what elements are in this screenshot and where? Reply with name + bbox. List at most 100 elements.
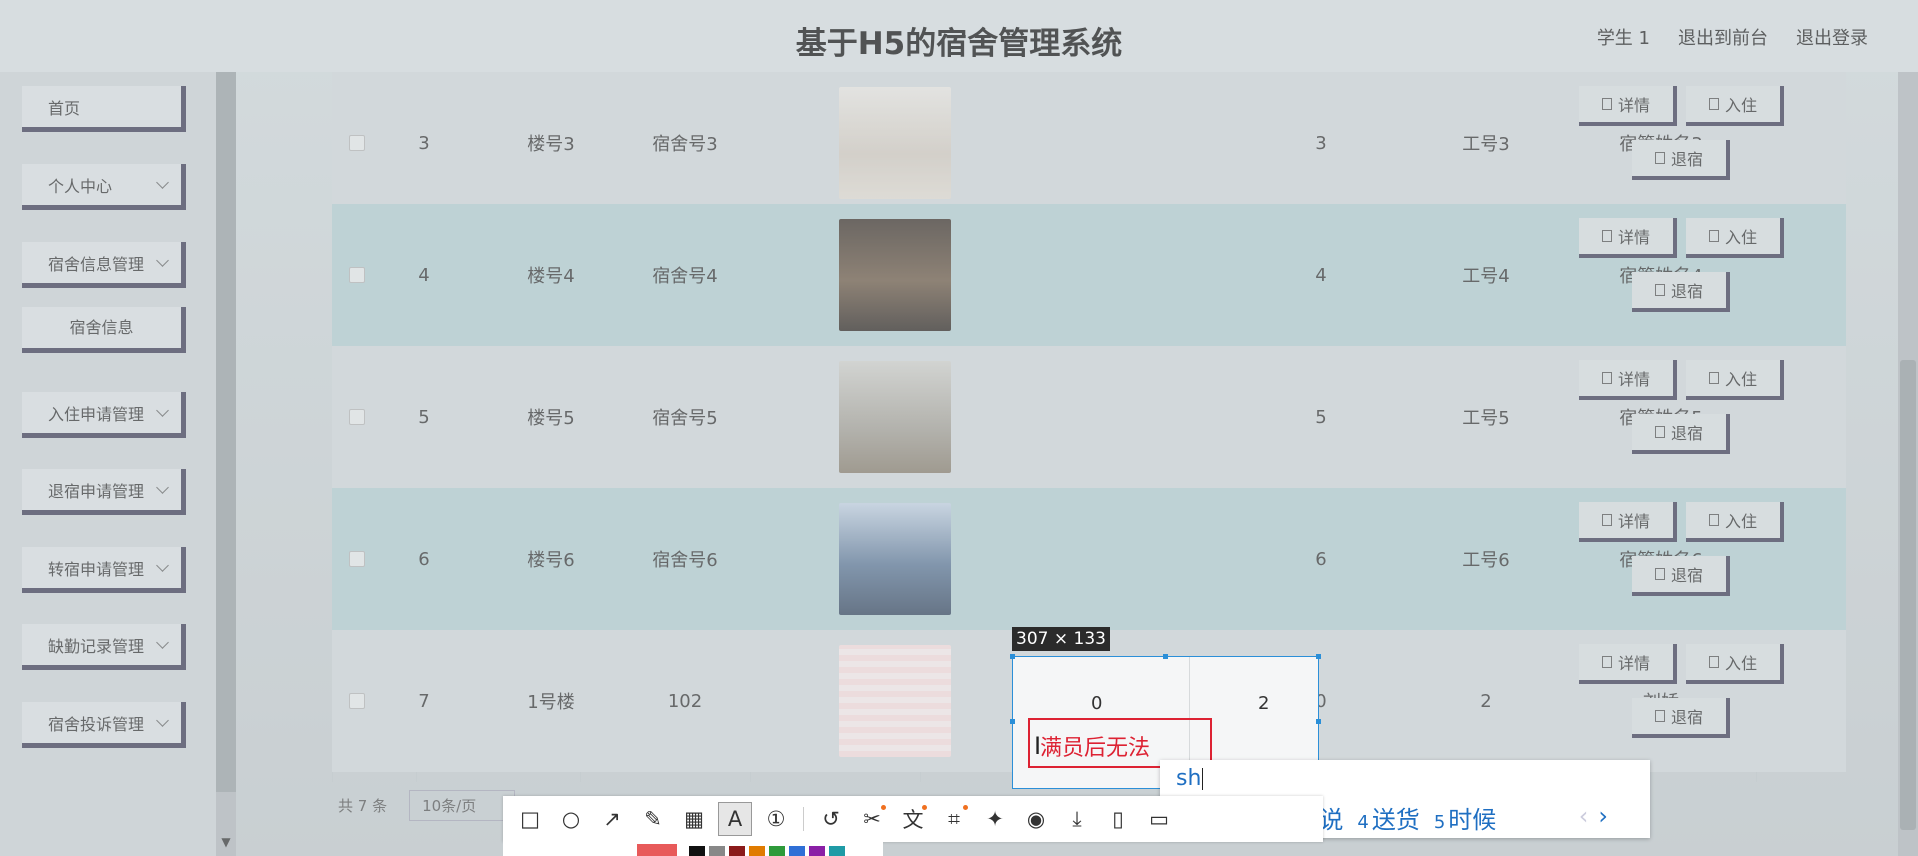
resize-handle-r[interactable] [1316,719,1321,724]
color-swatch[interactable] [709,846,725,856]
cell-room: 宿舍号4 [652,266,718,287]
sidebar-item-6[interactable]: 转宿申请管理 [22,547,186,593]
sidebar-item-2[interactable]: 宿舍信息管理 [22,242,186,288]
document-icon [1708,656,1719,668]
cell-id: 5 [418,406,430,428]
sidebar-item-5[interactable]: 退宿申请管理 [22,469,186,515]
cell-beds: 4 [1315,264,1327,286]
detail-button[interactable]: 详情 [1579,86,1677,126]
document-icon [1708,230,1719,242]
checkin-button[interactable]: 入住 [1686,86,1784,126]
checkin-button-label: 入住 [1724,228,1757,247]
sidebar-item-label: 缺勤记录管理 [48,636,145,656]
ime-caret [1202,768,1204,790]
mobile-icon[interactable]: ▯ [1101,802,1135,836]
row-checkbox[interactable] [349,551,365,567]
sidebar-item-label: 个人中心 [48,176,113,196]
detail-button[interactable]: 详情 [1579,502,1677,542]
arrow-icon[interactable]: ↗ [595,802,629,836]
cell-staff-no: 工号6 [1462,550,1510,571]
sidebar-item-4[interactable]: 入住申请管理 [22,392,186,438]
checkout-button[interactable]: 退宿 [1632,272,1730,312]
checkin-button[interactable]: 入住 [1686,644,1784,684]
undo-icon[interactable]: ↺ [814,802,848,836]
checkin-button[interactable]: 入住 [1686,360,1784,400]
row-checkbox[interactable] [349,409,365,425]
sidebar-item-7[interactable]: 缺勤记录管理 [22,624,186,670]
scissors-icon[interactable]: ✂ [855,802,889,836]
logout-link[interactable]: 退出登录 [1796,24,1868,50]
color-palette [503,842,883,856]
sidebar-item-0[interactable]: 首页 [22,86,186,132]
document-icon [1654,284,1665,296]
sidebar-scroll-thumb[interactable] [216,72,236,792]
row-checkbox-cell [332,488,382,630]
chevron-down-icon [156,176,169,189]
top-nav: 学生 1 退出到前台 退出登录 [1597,24,1868,50]
ime-prev-icon[interactable]: ‹ [1579,802,1589,830]
checkout-button[interactable]: 退宿 [1632,414,1730,454]
detail-button-label: 详情 [1617,96,1650,115]
row-checkbox[interactable] [349,267,365,283]
table-row: 4楼号4宿舍号44工号4宿管姓名4详情入住退宿 [332,204,1846,346]
checkout-button[interactable]: 退宿 [1632,556,1730,596]
resize-handle-t[interactable] [1163,654,1168,659]
document-icon [1654,710,1665,722]
checkout-button-label: 退宿 [1670,150,1703,169]
row-checkbox-cell [332,72,382,214]
cell-image [810,488,980,630]
chat-icon[interactable]: ▭ [1142,802,1176,836]
ellipse-icon[interactable]: ○ [554,802,588,836]
rectangle-icon[interactable]: □ [513,802,547,836]
ime-candidate[interactable]: 4 送货 [1357,800,1419,835]
sidebar-item-label: 退宿申请管理 [48,481,145,501]
row-checkbox-cell [332,630,382,772]
color-swatch[interactable] [829,846,845,856]
sidebar-item-3[interactable]: 宿舍信息 [22,307,186,353]
row-checkbox[interactable] [349,135,365,151]
row-checkbox-cell [332,204,382,346]
checkin-button[interactable]: 入住 [1686,218,1784,258]
user-name-link[interactable]: 学生 1 [1597,24,1650,50]
chevron-down-icon [156,559,169,572]
checkin-button[interactable]: 入住 [1686,502,1784,542]
page-scroll-thumb[interactable] [1900,360,1916,830]
color-swatch[interactable] [729,846,745,856]
resize-handle-tr[interactable] [1316,654,1321,659]
number-icon[interactable]: ① [759,802,793,836]
sidebar-item-8[interactable]: 宿舍投诉管理 [22,702,186,748]
resize-handle-tl[interactable] [1010,654,1015,659]
color-swatch[interactable] [769,846,785,856]
sidebar-item-label: 入住申请管理 [48,404,145,424]
ime-candidate[interactable]: 5 时候 [1434,800,1496,835]
pin-icon[interactable]: ✦ [978,802,1012,836]
detail-button[interactable]: 详情 [1579,360,1677,400]
detail-button[interactable]: 详情 [1579,218,1677,258]
text-icon[interactable]: A [718,802,752,836]
document-icon [1708,98,1719,110]
back-to-front-link[interactable]: 退出到前台 [1678,24,1768,50]
checkout-button[interactable]: 退宿 [1632,140,1730,180]
color-swatch[interactable] [789,846,805,856]
sidebar-item-1[interactable]: 个人中心 [22,164,186,210]
mosaic-icon[interactable]: ▦ [677,802,711,836]
scroll-down-arrow-icon[interactable]: ▼ [216,832,236,852]
color-swatch[interactable] [809,846,825,856]
translate-icon[interactable]: 文 [896,802,930,836]
ime-next-icon[interactable]: › [1598,802,1608,830]
record-icon[interactable]: ◉ [1019,802,1053,836]
page-size-select[interactable]: 10条/页 [409,790,516,821]
color-swatch[interactable] [689,846,705,856]
cell-id: 4 [418,264,430,286]
pencil-icon[interactable]: ✎ [636,802,670,836]
checkout-button-label: 退宿 [1670,708,1703,727]
notification-dot [922,805,927,810]
row-checkbox[interactable] [349,693,365,709]
detail-button[interactable]: 详情 [1579,644,1677,684]
color-swatch[interactable] [637,844,677,856]
ocr-icon[interactable]: ⌗ [937,802,971,836]
color-swatch[interactable] [749,846,765,856]
download-icon[interactable]: ⤓ [1060,802,1094,836]
checkout-button[interactable]: 退宿 [1632,698,1730,738]
resize-handle-l[interactable] [1010,719,1015,724]
